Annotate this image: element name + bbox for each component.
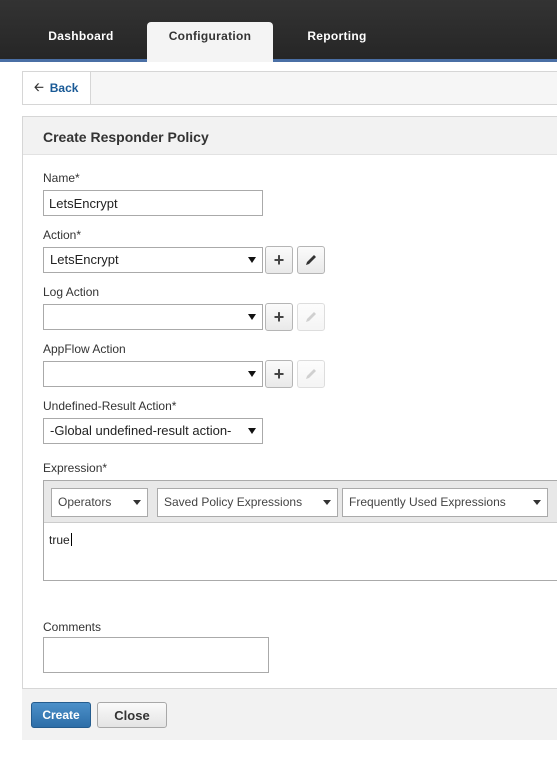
text-cursor bbox=[70, 533, 72, 546]
expression-value: true bbox=[49, 533, 70, 547]
appflow-action-select[interactable] bbox=[43, 361, 263, 387]
action-label: Action* bbox=[43, 228, 82, 242]
plus-icon: + bbox=[273, 250, 285, 270]
back-label: Back bbox=[49, 81, 79, 95]
add-action-button[interactable]: + bbox=[265, 246, 293, 274]
frequently-used-expressions-label: Frequently Used Expressions bbox=[349, 495, 506, 509]
name-input[interactable] bbox=[43, 190, 263, 216]
expression-input[interactable]: true bbox=[49, 533, 72, 547]
chevron-down-icon bbox=[248, 314, 256, 320]
pencil-icon bbox=[306, 255, 316, 265]
pencil-icon bbox=[306, 369, 316, 379]
add-appflow-action-button[interactable]: + bbox=[265, 360, 293, 388]
operators-select[interactable]: Operators bbox=[51, 488, 148, 517]
close-button[interactable]: Close bbox=[97, 702, 167, 728]
operators-label: Operators bbox=[58, 495, 112, 509]
chevron-down-icon bbox=[323, 500, 331, 505]
log-action-label: Log Action bbox=[43, 285, 100, 299]
back-button[interactable]: 🡠 Back bbox=[23, 72, 91, 104]
tab-dashboard[interactable]: Dashboard bbox=[28, 22, 134, 60]
create-button[interactable]: Create bbox=[31, 702, 91, 728]
edit-action-button[interactable] bbox=[297, 246, 325, 274]
chevron-down-icon bbox=[533, 500, 541, 505]
action-select[interactable]: LetsEncrypt bbox=[43, 247, 263, 273]
name-label: Name* bbox=[43, 171, 80, 185]
add-log-action-button[interactable]: + bbox=[265, 303, 293, 331]
chevron-down-icon bbox=[248, 428, 256, 434]
arrow-left-icon: 🡠 bbox=[34, 79, 44, 94]
expression-editor: Operators Saved Policy Expressions Frequ… bbox=[43, 480, 557, 581]
saved-policy-expressions-select[interactable]: Saved Policy Expressions bbox=[157, 488, 338, 517]
page-title: Create Responder Policy bbox=[43, 129, 209, 145]
undefined-result-action-value: -Global undefined-result action- bbox=[50, 423, 232, 438]
chevron-down-icon bbox=[248, 257, 256, 263]
chevron-down-icon bbox=[133, 500, 141, 505]
panel-header: Create Responder Policy bbox=[23, 117, 557, 155]
chevron-down-icon bbox=[248, 371, 256, 377]
pencil-icon bbox=[306, 312, 316, 322]
plus-icon: + bbox=[273, 307, 285, 327]
undefined-result-action-label: Undefined-Result Action* bbox=[43, 399, 177, 413]
plus-icon: + bbox=[273, 364, 285, 384]
top-nav: Dashboard Configuration Reporting bbox=[0, 0, 557, 62]
action-select-value: LetsEncrypt bbox=[50, 252, 119, 267]
back-bar: 🡠 Back bbox=[22, 71, 557, 105]
appflow-action-label: AppFlow Action bbox=[43, 342, 126, 356]
expression-toolbar: Operators Saved Policy Expressions Frequ… bbox=[44, 481, 557, 523]
tab-configuration[interactable]: Configuration bbox=[147, 22, 273, 62]
undefined-result-action-select[interactable]: -Global undefined-result action- bbox=[43, 418, 263, 444]
comments-label: Comments bbox=[43, 620, 102, 634]
comments-field[interactable] bbox=[43, 637, 269, 673]
saved-policy-expressions-label: Saved Policy Expressions bbox=[164, 495, 303, 509]
edit-appflow-action-button[interactable] bbox=[297, 360, 325, 388]
log-action-select[interactable] bbox=[43, 304, 263, 330]
tab-reporting[interactable]: Reporting bbox=[284, 22, 390, 60]
expression-label: Expression* bbox=[43, 461, 108, 475]
edit-log-action-button[interactable] bbox=[297, 303, 325, 331]
frequently-used-expressions-select[interactable]: Frequently Used Expressions bbox=[342, 488, 548, 517]
